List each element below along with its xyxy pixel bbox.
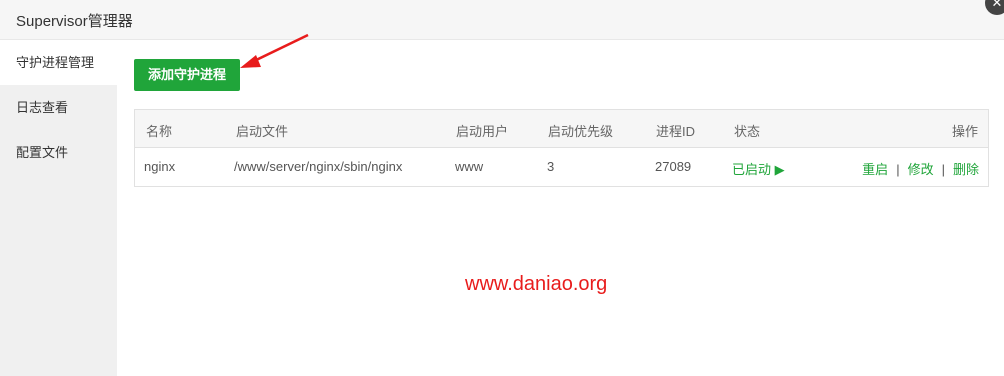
window-titlebar: Supervisor管理器 ✕: [0, 0, 1004, 40]
delete-link[interactable]: 删除: [953, 162, 979, 177]
process-table: 名称 启动文件 启动用户 启动优先级 进程ID 状态 操作 nginx /www…: [134, 109, 989, 187]
action-divider: |: [896, 162, 900, 177]
red-arrow-annotation-icon: [240, 33, 309, 68]
cell-priority: 3: [547, 159, 555, 174]
action-divider: |: [941, 162, 945, 177]
window-title: Supervisor管理器: [16, 13, 133, 30]
column-header-name: 名称: [146, 124, 173, 139]
watermark-text: www.daniao.org: [465, 273, 608, 295]
restart-link[interactable]: 重启: [862, 162, 888, 177]
edit-link[interactable]: 修改: [908, 162, 934, 177]
column-header-actions: 操作: [951, 124, 978, 139]
cell-start-file: /www/server/nginx/sbin/nginx: [234, 159, 403, 174]
sidebar-item-daemon-management[interactable]: 守护进程管理: [0, 40, 117, 85]
column-header-start-user: 启动用户: [456, 124, 509, 139]
table-header: 名称 启动文件 启动用户 启动优先级 进程ID 状态 操作: [135, 110, 988, 148]
sidebar: 守护进程管理 日志查看 配置文件: [0, 40, 117, 376]
column-header-status: 状态: [734, 124, 761, 139]
row-actions: 重启 | 修改 | 删除: [862, 159, 979, 178]
close-icon[interactable]: ✕: [985, 0, 1004, 15]
cell-pid: 27089: [655, 159, 692, 174]
cell-start-user: www: [455, 159, 484, 174]
cell-name: nginx: [144, 159, 176, 174]
column-header-pid: 进程ID: [656, 124, 696, 139]
column-header-priority: 启动优先级: [548, 124, 614, 139]
sidebar-item-log-view[interactable]: 日志查看: [0, 85, 117, 130]
status-badge: 已启动 ▶: [732, 162, 785, 177]
column-header-start-file: 启动文件: [236, 124, 289, 139]
add-daemon-button[interactable]: 添加守护进程: [134, 59, 240, 91]
sidebar-item-config-file[interactable]: 配置文件: [0, 130, 117, 175]
